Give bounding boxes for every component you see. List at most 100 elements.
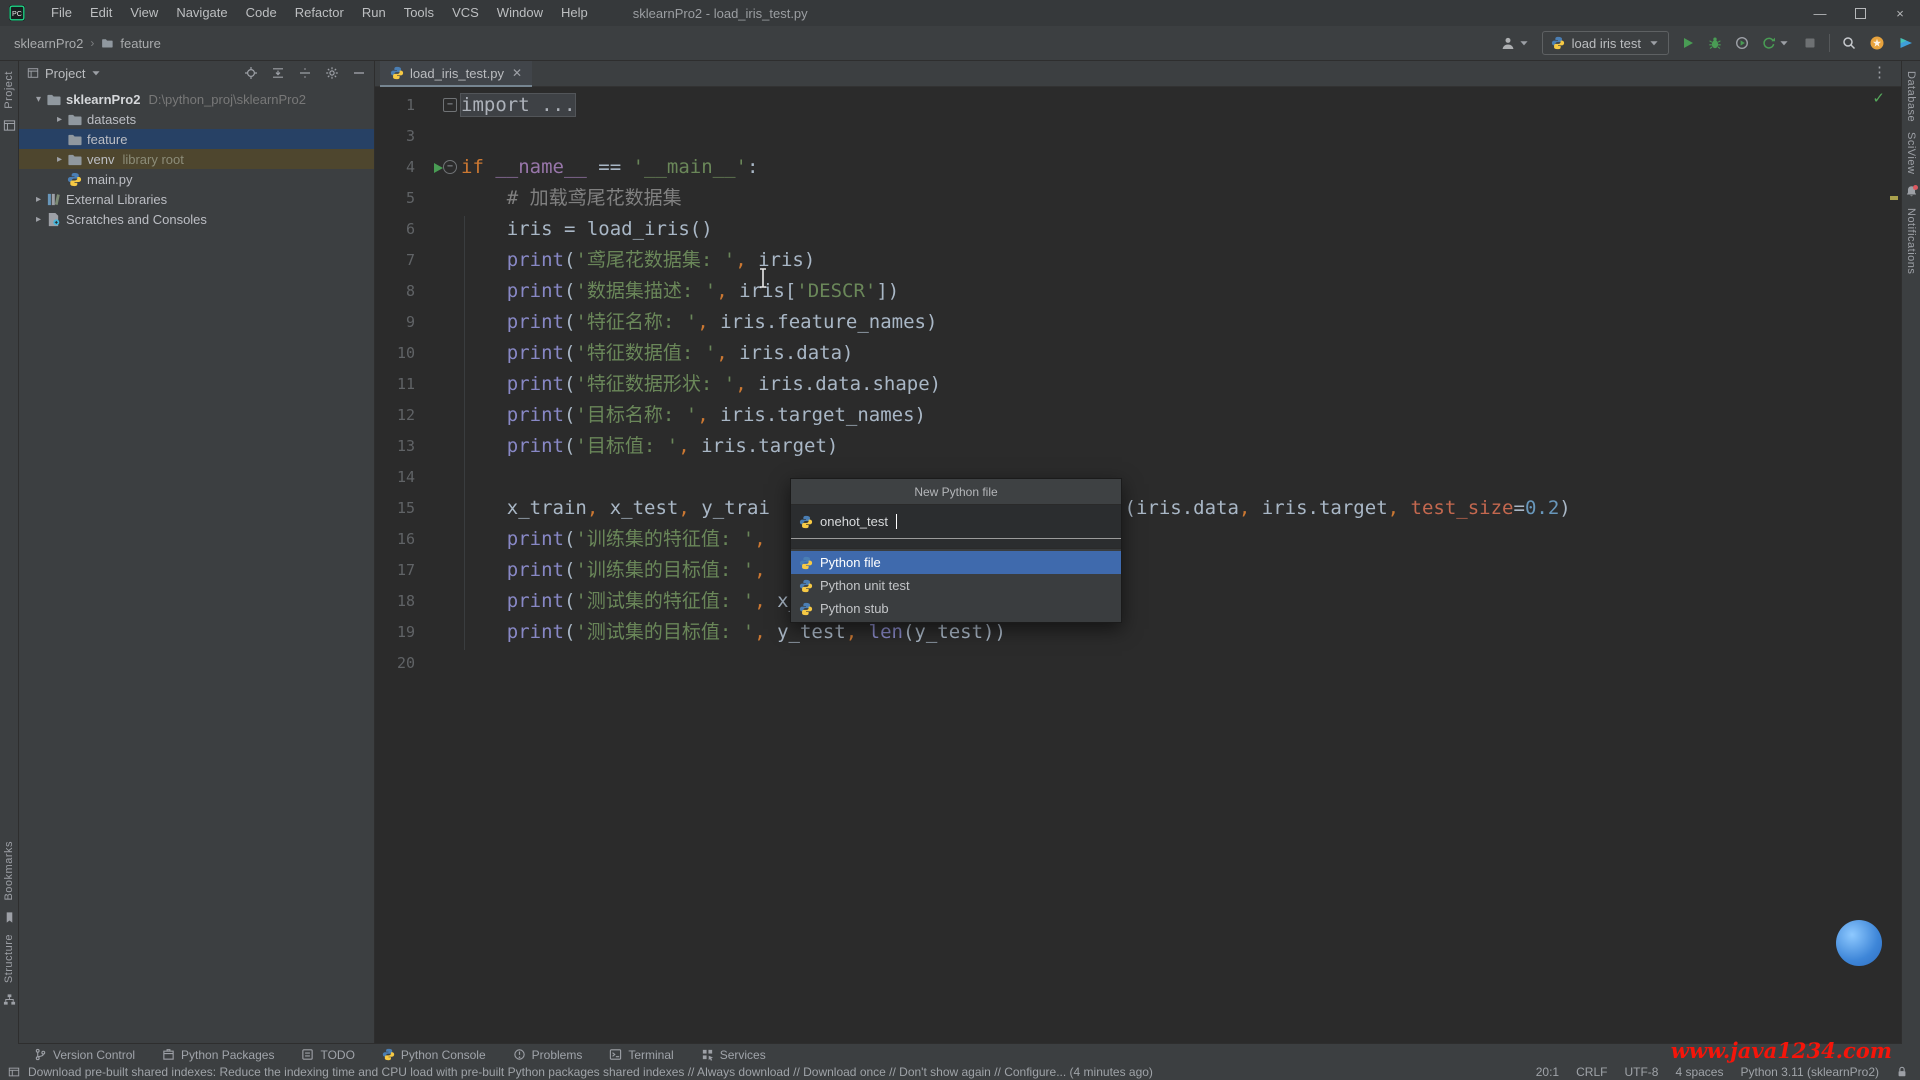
profile-menu[interactable] — [1501, 36, 1530, 50]
menu-navigate[interactable]: Navigate — [167, 0, 236, 26]
tree-item-label: venv — [87, 152, 114, 167]
tab-label: load_iris_test.py — [410, 66, 504, 81]
close-button[interactable]: × — [1880, 0, 1920, 26]
option-python-stub[interactable]: Python stub — [791, 597, 1121, 620]
project-stripe-icon[interactable] — [3, 119, 16, 132]
tree-expander-icon[interactable]: ▾ — [31, 94, 46, 105]
toolbar-right-group: load iris test — [1501, 26, 1914, 60]
search-everywhere-button[interactable] — [1842, 36, 1856, 50]
breadcrumb-folder[interactable]: feature — [120, 36, 160, 51]
toolwindow-python-console[interactable]: Python Console — [382, 1048, 486, 1062]
hide-panel-icon[interactable] — [352, 66, 366, 80]
stripe-bookmarks-label[interactable]: Bookmarks — [3, 841, 15, 901]
structure-icon[interactable] — [3, 993, 16, 1006]
menu-tools[interactable]: Tools — [395, 0, 443, 26]
tree-item-datasets[interactable]: ▸datasets — [19, 109, 374, 129]
menu-run[interactable]: Run — [353, 0, 395, 26]
toolwindow-problems[interactable]: Problems — [513, 1048, 583, 1062]
indent-setting[interactable]: 4 spaces — [1675, 1065, 1723, 1079]
fold-marker-icon[interactable]: − — [443, 160, 457, 174]
menu-file[interactable]: File — [42, 0, 81, 26]
option-python-file[interactable]: Python file — [791, 551, 1121, 574]
python-icon — [799, 602, 813, 616]
code-lines[interactable]: 1−import ...34−if __name__ == '__main__'… — [375, 90, 1887, 679]
menu-view[interactable]: View — [121, 0, 167, 26]
code-text: print('目标名称: ', iris.target_names) — [461, 400, 926, 431]
libraries-icon — [46, 192, 61, 207]
line-number: 5 — [375, 183, 415, 214]
lock-icon[interactable] — [1896, 1066, 1908, 1078]
option-python-unit-test[interactable]: Python unit test — [791, 574, 1121, 597]
services-icon — [701, 1048, 714, 1061]
toolwindow-services[interactable]: Services — [701, 1048, 766, 1062]
toolwindow-label: Version Control — [53, 1048, 135, 1062]
collapse-all-icon[interactable] — [271, 66, 285, 80]
option-label: Python stub — [820, 601, 889, 616]
status-message[interactable]: Download pre-built shared indexes: Reduc… — [28, 1065, 1153, 1079]
tree-item-main-py[interactable]: main.py — [19, 169, 374, 189]
caret-position[interactable]: 20:1 — [1536, 1065, 1559, 1079]
stripe-database-label[interactable]: Database — [1905, 71, 1917, 122]
tree-item-scratches-and-consoles[interactable]: ▸Scratches and Consoles — [19, 209, 374, 229]
tree-item-venv[interactable]: ▸venvlibrary root — [19, 149, 374, 169]
plugin-teal-icon[interactable] — [1898, 35, 1914, 51]
tree-item-sklearnpro2[interactable]: ▾sklearnPro2D:\python_proj\sklearnPro2 — [19, 89, 374, 109]
toolwindow-todo[interactable]: TODO — [301, 1048, 354, 1062]
menu-code[interactable]: Code — [237, 0, 286, 26]
toolwindow-python-packages[interactable]: Python Packages — [162, 1048, 274, 1062]
settings-gear-icon[interactable] — [325, 66, 339, 80]
menu-window[interactable]: Window — [488, 0, 552, 26]
floating-avatar-badge[interactable] — [1836, 920, 1882, 966]
run-button[interactable] — [1681, 36, 1695, 50]
tree-expander-icon[interactable]: ▸ — [31, 214, 46, 225]
interpreter[interactable]: Python 3.11 (sklearnPro2) — [1740, 1065, 1879, 1079]
profile-button[interactable] — [1735, 36, 1749, 50]
stripe-notifications-label[interactable]: Notifications — [1905, 208, 1917, 274]
tree-expander-icon[interactable]: ▸ — [31, 194, 46, 205]
tab-load-iris-test[interactable]: load_iris_test.py ✕ — [380, 61, 532, 87]
minimize-button[interactable]: — — [1800, 0, 1840, 26]
window-layout-icon[interactable] — [8, 1066, 20, 1078]
bell-icon[interactable] — [1905, 185, 1918, 198]
tree-item-external-libraries[interactable]: ▸External Libraries — [19, 189, 374, 209]
project-panel-title[interactable]: Project — [45, 66, 85, 81]
plugin-orange-icon[interactable] — [1869, 35, 1885, 51]
stripe-project-label[interactable]: Project — [3, 71, 15, 109]
editor-area[interactable]: load_iris_test.py ✕ ⋮ ✓ 1−import ...34−i… — [375, 61, 1901, 1044]
maximize-button[interactable] — [1840, 0, 1880, 26]
menu-help[interactable]: Help — [552, 0, 597, 26]
user-icon — [1501, 36, 1515, 50]
package-icon — [162, 1048, 175, 1061]
tool-window-bar: Version Control Python Packages TODO Python… — [0, 1043, 1920, 1065]
coverage-button[interactable] — [1762, 36, 1790, 50]
menu-vcs[interactable]: VCS — [443, 0, 488, 26]
view-options-icon[interactable] — [298, 66, 312, 80]
line-ending[interactable]: CRLF — [1576, 1065, 1607, 1079]
breadcrumb-project[interactable]: sklearnPro2 — [14, 36, 83, 51]
folder-icon — [46, 92, 61, 107]
stripe-structure-label[interactable]: Structure — [3, 934, 15, 983]
filename-input[interactable]: onehot_test — [791, 505, 1121, 539]
debug-button[interactable] — [1708, 36, 1722, 50]
stripe-sciview-label[interactable]: SciView — [1905, 132, 1917, 174]
tab-options-kebab-icon[interactable]: ⋮ — [1872, 63, 1887, 81]
tree-item-feature[interactable]: feature — [19, 129, 374, 149]
bookmark-icon[interactable] — [3, 911, 16, 924]
toolwindow-version-control[interactable]: Version Control — [34, 1048, 135, 1062]
run-config-selector[interactable]: load iris test — [1542, 31, 1669, 55]
fold-marker-icon[interactable]: − — [443, 98, 457, 112]
select-opened-file-icon[interactable] — [244, 66, 258, 80]
stop-button[interactable] — [1803, 36, 1817, 50]
menu-refactor[interactable]: Refactor — [286, 0, 353, 26]
chevron-down-icon[interactable] — [90, 67, 102, 79]
tree-expander-icon[interactable]: ▸ — [52, 154, 67, 165]
tab-close-icon[interactable]: ✕ — [512, 66, 522, 80]
menu-edit[interactable]: Edit — [81, 0, 121, 26]
file-encoding[interactable]: UTF-8 — [1624, 1065, 1658, 1079]
line-number: 6 — [375, 214, 415, 245]
tree-expander-icon[interactable]: ▸ — [52, 114, 67, 125]
line-number: 14 — [375, 462, 415, 493]
svg-text:PC: PC — [12, 10, 22, 18]
toolwindow-terminal[interactable]: Terminal — [609, 1048, 673, 1062]
line-number: 11 — [375, 369, 415, 400]
